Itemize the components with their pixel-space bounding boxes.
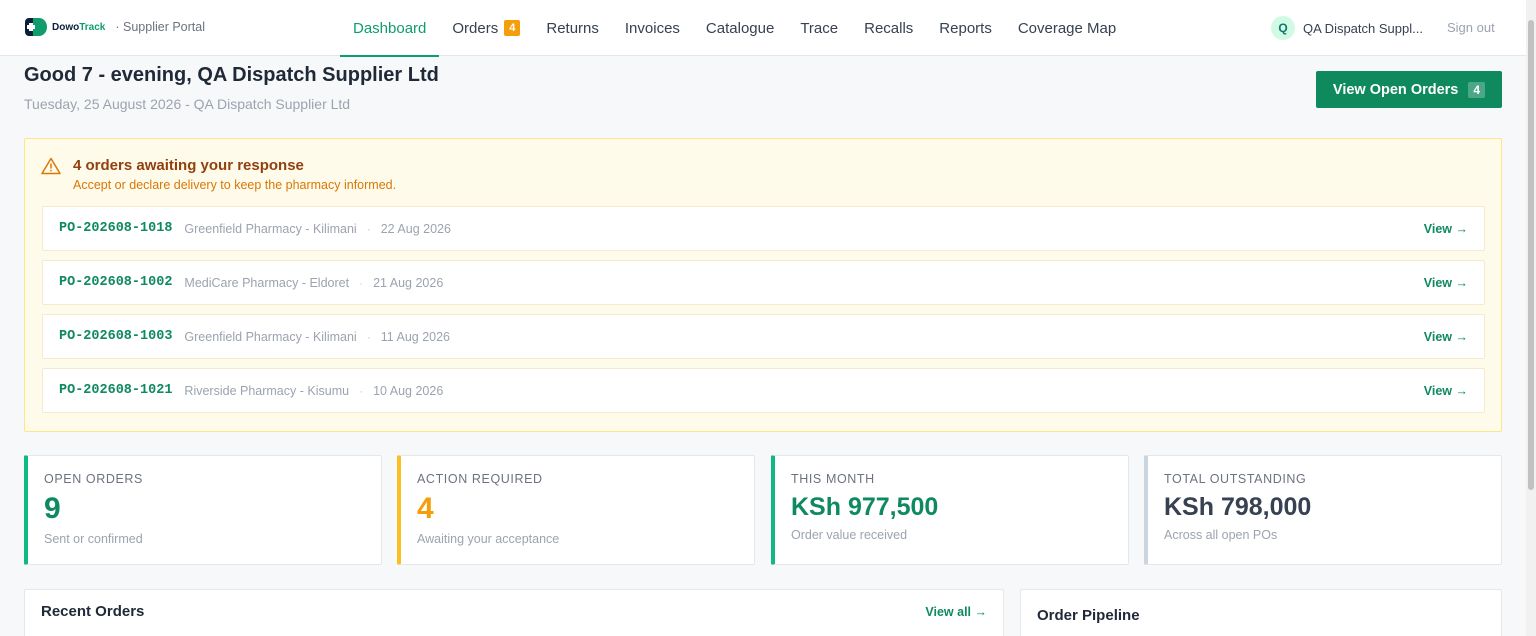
orders-count-badge: 4: [504, 20, 521, 36]
avatar: Q: [1271, 16, 1295, 40]
order-date: 11 Aug 2026: [380, 329, 450, 344]
nav-trace[interactable]: Trace: [787, 0, 851, 56]
brand[interactable]: DowoTrack · Supplier Portal: [24, 16, 205, 38]
stat-label: OPEN ORDERS: [44, 472, 143, 486]
stat-label: ACTION REQUIRED: [417, 472, 543, 486]
pending-order-row[interactable]: PO-202608-1018 Greenfield Pharmacy - Kil…: [42, 206, 1485, 251]
view-order-link[interactable]: View →: [1424, 276, 1468, 290]
nav-recalls[interactable]: Recalls: [851, 0, 926, 56]
stat-card-total-outstanding: TOTAL OUTSTANDING KSh 798,000 Across all…: [1144, 455, 1502, 565]
order-date: 22 Aug 2026: [380, 221, 451, 236]
stat-value: 4: [417, 492, 434, 525]
nav-invoices[interactable]: Invoices: [612, 0, 693, 56]
nav-reports[interactable]: Reports: [926, 0, 1005, 56]
recent-orders-title: Recent Orders: [41, 603, 145, 620]
stat-label: TOTAL OUTSTANDING: [1164, 472, 1307, 486]
portal-label: · Supplier Portal: [115, 20, 205, 34]
main-nav: Dashboard Orders 4 Returns Invoices Catal…: [340, 0, 1129, 57]
alert-subtitle: Accept or declare delivery to keep the p…: [73, 178, 397, 192]
sign-out-link[interactable]: Sign out: [1447, 20, 1495, 35]
nav-catalogue[interactable]: Catalogue: [693, 0, 787, 56]
nav-returns[interactable]: Returns: [533, 0, 612, 56]
po-number[interactable]: PO-202608-1021: [59, 383, 172, 398]
pending-orders-alert: 4 orders awaiting your response Accept o…: [24, 138, 1502, 432]
stat-caption: Awaiting your acceptance: [417, 532, 560, 546]
stat-value: KSh 798,000: [1164, 493, 1312, 521]
separator-dot: ·: [366, 221, 371, 236]
pending-order-row[interactable]: PO-202608-1003 Greenfield Pharmacy - Kil…: [42, 314, 1485, 359]
warning-icon: [41, 157, 61, 175]
brand-name: DowoTrack: [52, 21, 106, 33]
recent-orders-panel: Recent Orders View all →: [24, 589, 1004, 636]
separator-dot: ·: [359, 383, 364, 398]
stat-value: 9: [44, 492, 61, 525]
nav-orders[interactable]: Orders 4: [439, 0, 533, 56]
date-subtitle: Tuesday, 25 August 2026 - QA Dispatch Su…: [24, 96, 351, 112]
separator-dot: ·: [359, 275, 364, 290]
po-number[interactable]: PO-202608-1002: [59, 275, 172, 290]
pharmacy-name: MediCare Pharmacy - Eldoret: [184, 275, 350, 290]
page-title: Good 7 - evening, QA Dispatch Supplier L…: [24, 64, 439, 86]
stat-card-this-month: THIS MONTH KSh 977,500 Order value recei…: [771, 455, 1129, 565]
po-number[interactable]: PO-202608-1018: [59, 221, 172, 236]
user-name: QA Dispatch Suppl...: [1303, 20, 1423, 36]
pending-order-row[interactable]: PO-202608-1002 MediCare Pharmacy - Eldor…: [42, 260, 1485, 305]
order-date: 10 Aug 2026: [373, 383, 444, 398]
stat-caption: Across all open POs: [1164, 528, 1278, 542]
view-open-orders-label: View Open Orders: [1332, 81, 1459, 98]
open-orders-count-badge: 4: [1468, 81, 1486, 98]
pharmacy-name: Greenfield Pharmacy - Kilimani: [184, 221, 357, 236]
po-number[interactable]: PO-202608-1003: [59, 329, 172, 344]
stat-card-action-required: ACTION REQUIRED 4 Awaiting your acceptan…: [397, 455, 755, 565]
nav-coverage-map[interactable]: Coverage Map: [1005, 0, 1129, 56]
view-open-orders-button[interactable]: View Open Orders 4: [1316, 71, 1502, 108]
view-all-orders-link[interactable]: View all →: [925, 605, 987, 619]
separator-dot: ·: [366, 329, 371, 344]
page-scrollbar[interactable]: [1526, 0, 1536, 636]
order-pipeline-title: Order Pipeline: [1037, 607, 1140, 624]
view-order-link[interactable]: View →: [1424, 384, 1468, 398]
stat-label: THIS MONTH: [791, 472, 875, 486]
alert-title: 4 orders awaiting your response: [73, 157, 304, 174]
stat-value: KSh 977,500: [791, 493, 939, 521]
pending-order-row[interactable]: PO-202608-1021 Riverside Pharmacy - Kisu…: [42, 368, 1485, 413]
view-order-link[interactable]: View →: [1424, 222, 1468, 236]
nav-dashboard[interactable]: Dashboard: [340, 0, 440, 57]
view-order-link[interactable]: View →: [1424, 330, 1468, 344]
dowotrack-logo-icon: [25, 18, 47, 36]
top-navigation: DowoTrack · Supplier Portal Dashboard Or…: [0, 0, 1526, 57]
stat-caption: Order value received: [791, 528, 908, 542]
order-date: 21 Aug 2026: [373, 275, 444, 290]
user-menu[interactable]: Q QA Dispatch Suppl...: [1271, 16, 1423, 40]
stat-caption: Sent or confirmed: [44, 532, 143, 546]
stat-card-open-orders: OPEN ORDERS 9 Sent or confirmed: [24, 455, 382, 565]
pharmacy-name: Riverside Pharmacy - Kisumu: [184, 383, 350, 398]
pharmacy-name: Greenfield Pharmacy - Kilimani: [184, 329, 357, 344]
scrollbar-thumb[interactable]: [1528, 20, 1534, 490]
order-pipeline-panel: Order Pipeline: [1020, 589, 1502, 636]
